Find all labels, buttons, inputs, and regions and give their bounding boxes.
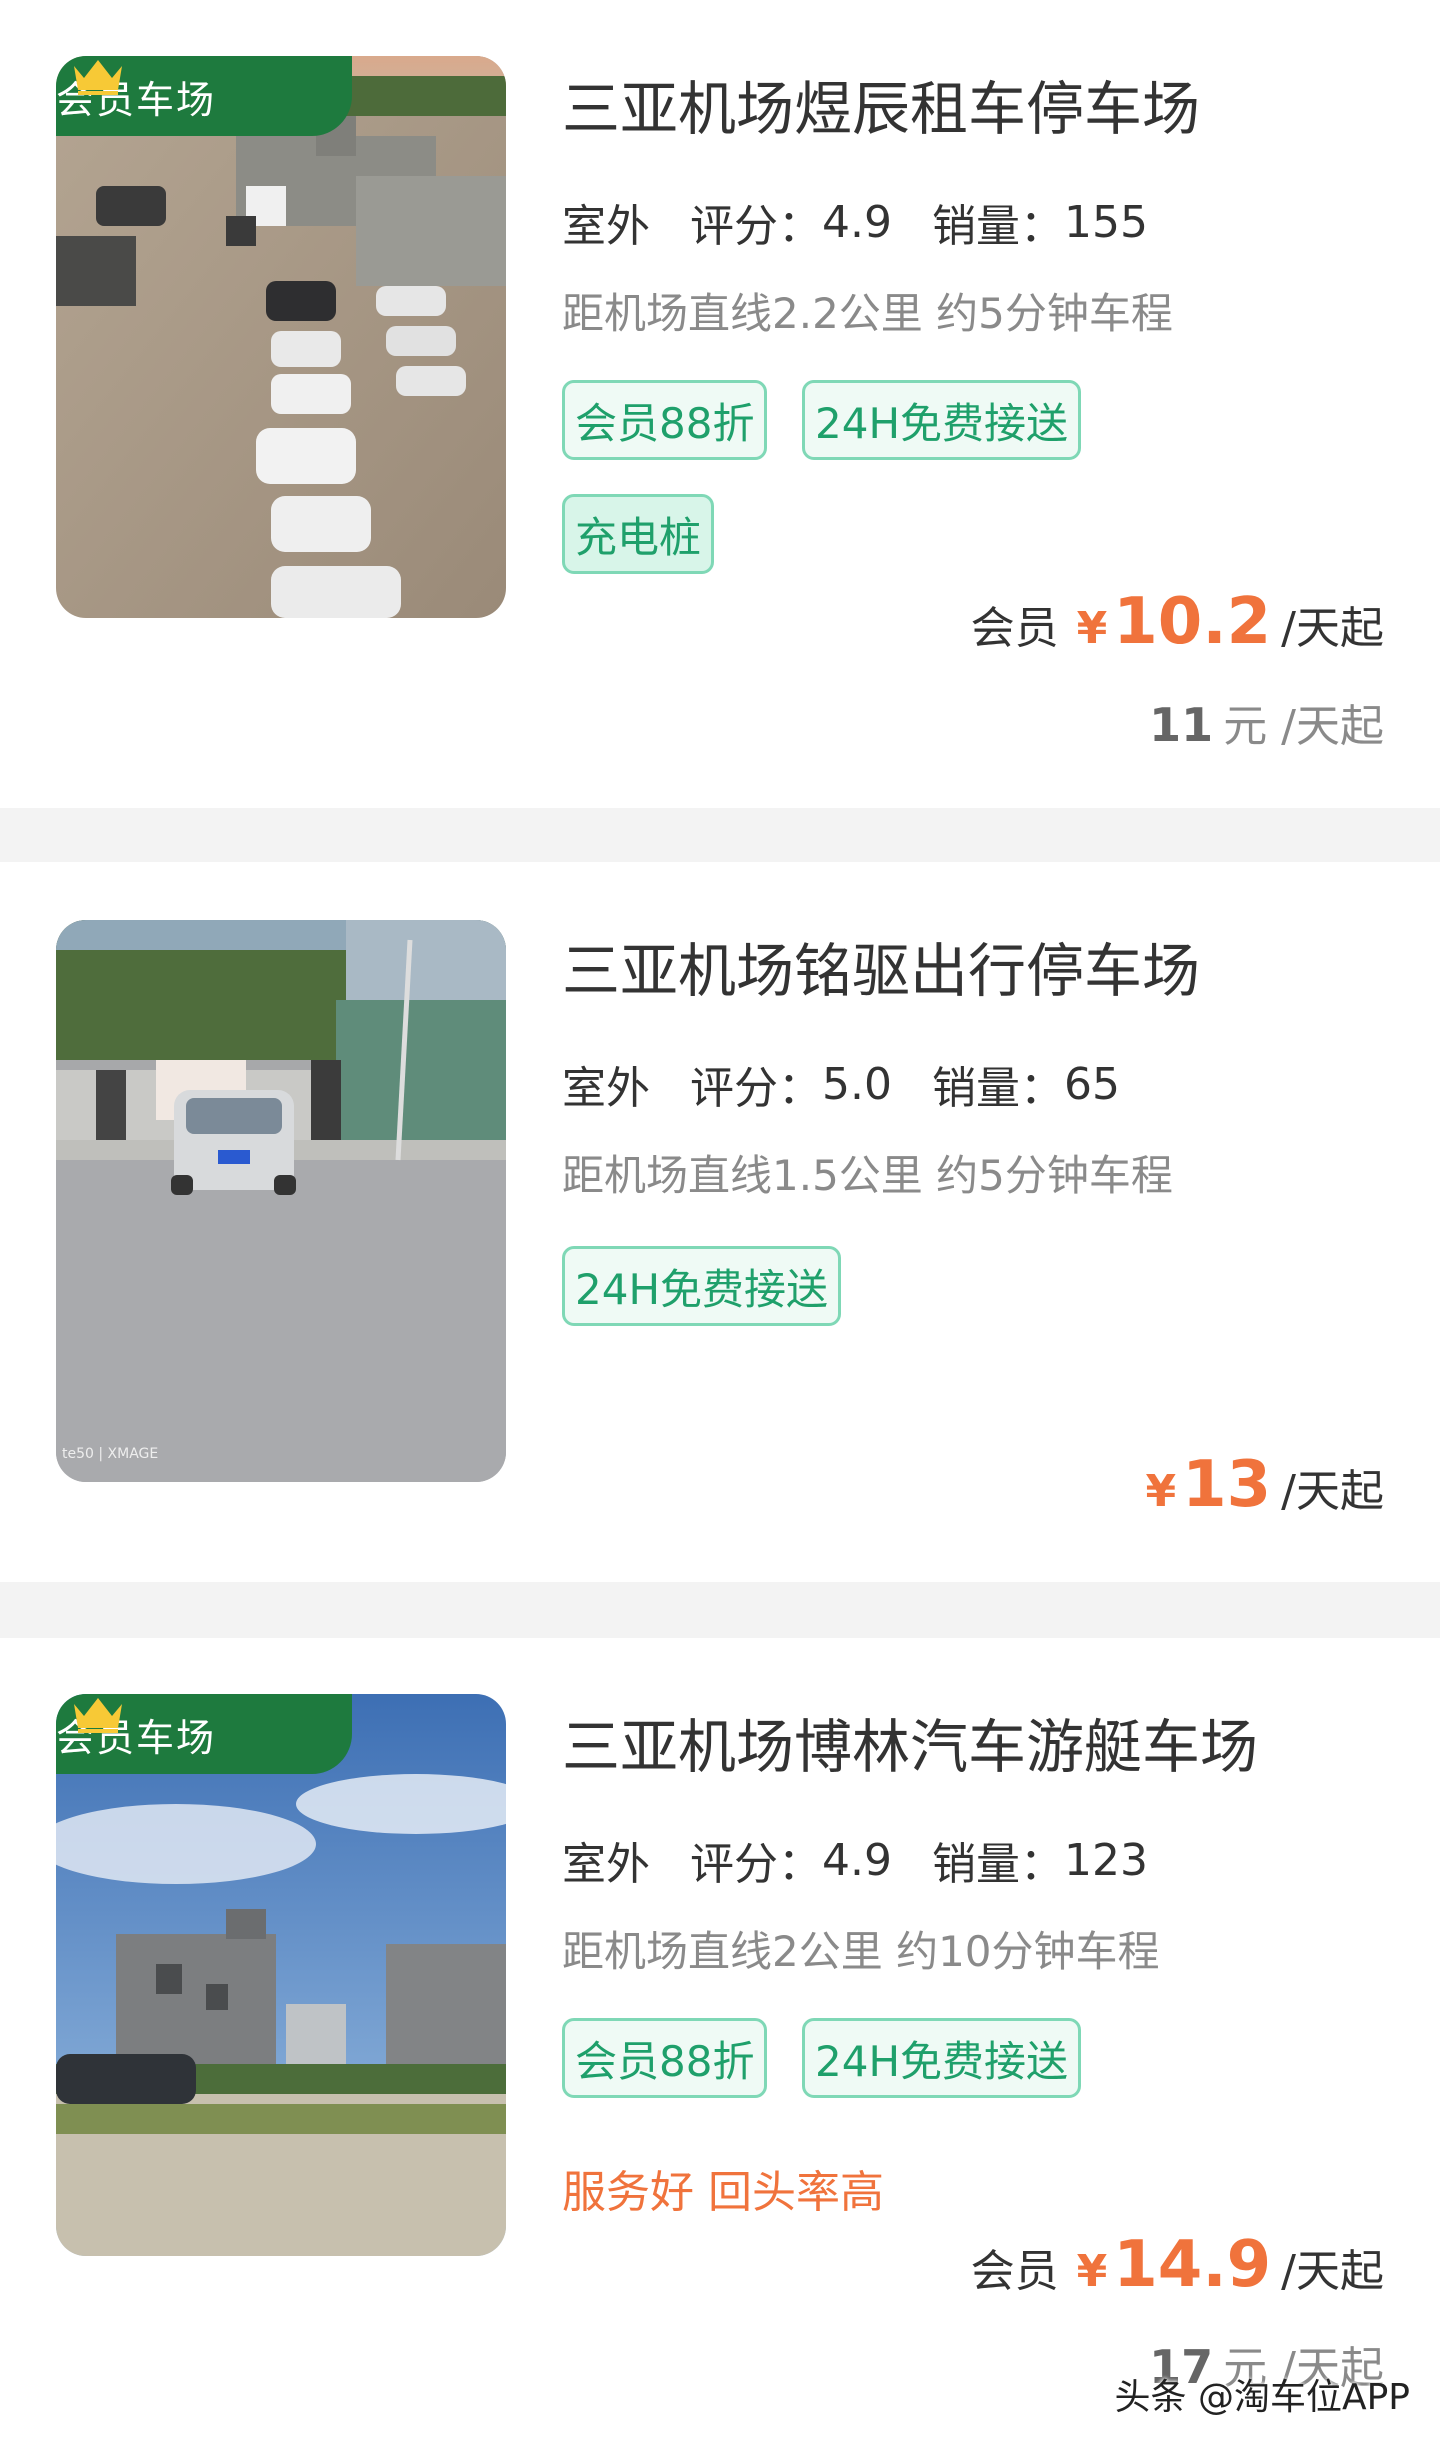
original-price-unit: 元 /天起 [1223, 701, 1384, 752]
parking-lot-photo[interactable]: 会员车场 [56, 1694, 506, 2256]
photo-watermark: te50 | XMAGE [62, 1446, 159, 1462]
member-price-label: 会员 [970, 603, 1059, 654]
original-price: 11 元 /天起 [1149, 690, 1384, 754]
tag-free-shuttle: 24H免费接送 [802, 380, 1082, 460]
rating-value: 4.9 [822, 1834, 892, 1886]
sales-label: 销量： [931, 201, 1064, 252]
original-price-value: 11 [1149, 698, 1214, 752]
price-unit: /天起 [1281, 603, 1384, 654]
listing-card[interactable]: 会员车场 三亚机场博林汽车游艇车场 室外 评分： 4.9 销量： 123 距机场… [0, 1638, 1440, 2446]
member-price: 会员 ¥ 14.9 /天起 [971, 2228, 1384, 2302]
sales-value: 123 [1063, 1834, 1148, 1886]
rating-value: 4.9 [822, 196, 892, 248]
promo-text: 服务好 回头率高 [562, 2167, 884, 2218]
listing-card[interactable]: te50 | XMAGE 三亚机场铭驱出行停车场 室外 评分： 5.0 销量： … [0, 862, 1440, 1582]
price-unit: /天起 [1281, 1466, 1384, 1517]
rating-label: 评分： [690, 201, 822, 252]
lot-type-tag: 室外 [562, 1828, 650, 1898]
price: ¥ 13 /天起 [1145, 1448, 1384, 1522]
member-lot-badge: 会员车场 [56, 56, 352, 136]
member-lot-badge: 会员车场 [56, 1694, 352, 1774]
sales-label: 销量： [931, 1839, 1064, 1890]
lot-type-tag: 室外 [562, 190, 650, 260]
crown-icon [74, 60, 122, 95]
lot-type-tag: 室外 [562, 1052, 650, 1122]
card-divider [0, 1582, 1440, 1638]
price-unit: /天起 [1281, 2246, 1384, 2297]
source-watermark: 头条 @淘车位APP [1114, 2377, 1411, 2418]
tag-charging-pile: 充电桩 [562, 494, 715, 574]
parking-lot-photo-image [56, 920, 506, 1482]
rating-label: 评分： [690, 1063, 822, 1114]
listing-meta: 室外 评分： 4.9 销量： 123 [562, 1828, 1148, 1898]
currency-symbol: ¥ [1145, 1466, 1177, 1517]
price-value: 10.2 [1113, 585, 1272, 659]
member-price-label: 会员 [970, 2246, 1059, 2297]
sales-value: 155 [1063, 196, 1148, 248]
price-value: 13 [1182, 1448, 1272, 1522]
sales-label: 销量： [931, 1063, 1064, 1114]
rating-value: 5.0 [822, 1058, 892, 1110]
member-price: 会员 ¥ 10.2 /天起 [971, 585, 1384, 659]
card-divider [0, 808, 1440, 862]
currency-symbol: ¥ [1076, 603, 1108, 654]
distance-info: 距机场直线1.5公里 约5分钟车程 [562, 1151, 1173, 1200]
currency-symbol: ¥ [1076, 2246, 1108, 2297]
parking-lot-name[interactable]: 三亚机场铭驱出行停车场 [562, 924, 1200, 1008]
distance-info: 距机场直线2.2公里 约5分钟车程 [562, 289, 1173, 338]
listing-meta: 室外 评分： 5.0 销量： 65 [562, 1052, 1120, 1122]
parking-lot-name[interactable]: 三亚机场博林汽车游艇车场 [562, 1700, 1258, 1784]
distance-info: 距机场直线2公里 约10分钟车程 [562, 1927, 1160, 1976]
crown-icon [74, 1698, 122, 1733]
tag-free-shuttle: 24H免费接送 [562, 1246, 842, 1326]
tag-member-discount: 会员88折 [562, 2018, 768, 2098]
price-value: 14.9 [1113, 2228, 1272, 2302]
listing-card[interactable]: 会员车场 三亚机场煜辰租车停车场 室外 评分： 4.9 销量： 155 距机场直… [0, 0, 1440, 808]
parking-lot-photo[interactable]: te50 | XMAGE [56, 920, 506, 1482]
tag-free-shuttle: 24H免费接送 [802, 2018, 1082, 2098]
parking-lot-name[interactable]: 三亚机场煜辰租车停车场 [562, 62, 1200, 146]
parking-lot-photo[interactable]: 会员车场 [56, 56, 506, 618]
parking-lot-photo-image [56, 56, 506, 618]
tag-member-discount: 会员88折 [562, 380, 768, 460]
parking-lot-photo-image [56, 1694, 506, 2256]
listing-meta: 室外 评分： 4.9 销量： 155 [562, 190, 1148, 260]
sales-value: 65 [1063, 1058, 1120, 1110]
rating-label: 评分： [690, 1839, 822, 1890]
